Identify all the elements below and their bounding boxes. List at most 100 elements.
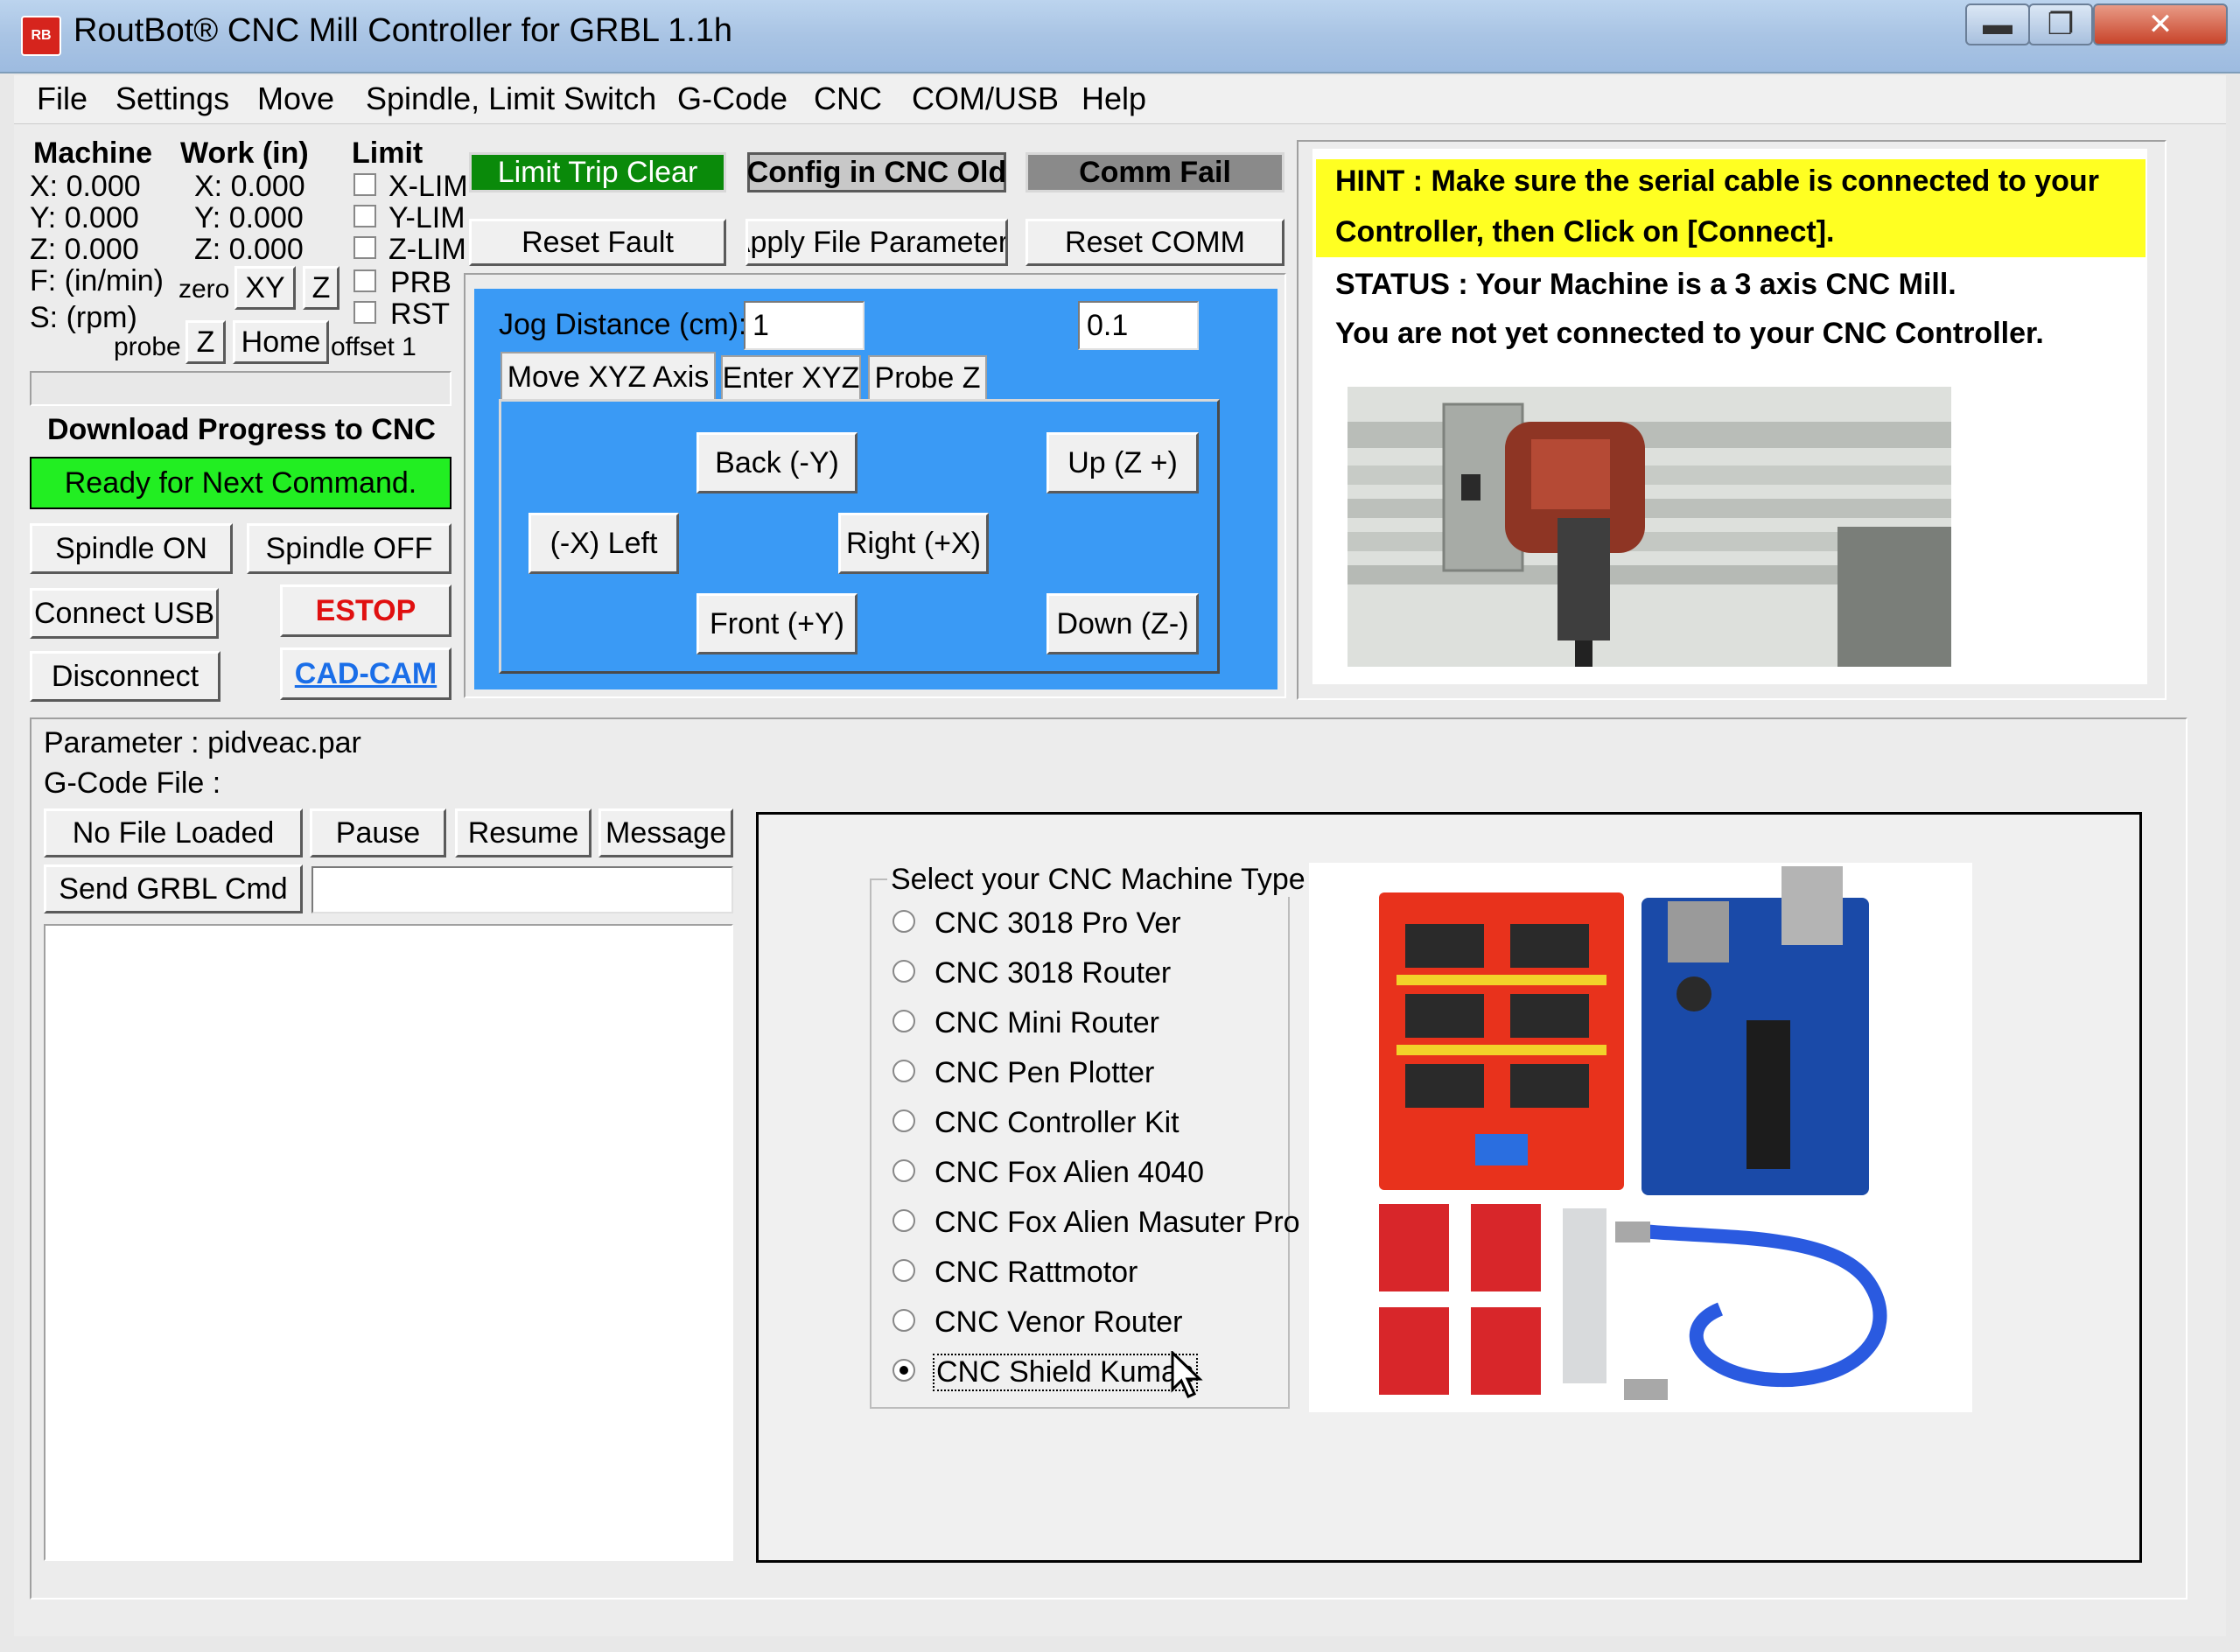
zero-label: zero <box>178 275 230 304</box>
radio-cnc-fox-alien-4040[interactable] <box>892 1159 915 1182</box>
jog-distance-input[interactable]: 1 <box>744 301 864 350</box>
work-header: Work (in) <box>180 136 309 170</box>
pause-button[interactable]: Pause <box>310 808 446 858</box>
resume-button[interactable]: Resume <box>455 808 592 858</box>
cad-cam-button[interactable]: CAD-CAM <box>280 648 452 700</box>
tab-probe-z[interactable]: Probe Z <box>868 355 987 399</box>
gcode-file-label: G-Code File : <box>44 766 221 800</box>
machine-header: Machine <box>33 136 153 170</box>
jog-left-button[interactable]: (-X) Left <box>528 513 679 574</box>
rst-checkbox[interactable] <box>354 301 376 324</box>
disconnect-button[interactable]: Disconnect <box>30 651 220 702</box>
menu-move[interactable]: Move <box>257 80 334 117</box>
work-x: X: 0.000 <box>194 170 305 203</box>
download-progress-title: Download Progress to CNC <box>47 413 436 446</box>
spindle-on-button[interactable]: Spindle ON <box>30 523 233 574</box>
radio-cnc-rattmotor[interactable] <box>892 1259 915 1282</box>
tab-move-xyz-axis[interactable]: Move XYZ Axis <box>500 352 716 401</box>
close-button[interactable]: ✕ <box>2093 4 2228 46</box>
x-lim-label: X-LIM <box>388 170 468 203</box>
radio-cnc-fox-alien-masuter-pro[interactable] <box>892 1209 915 1232</box>
radio-label: CNC Rattmotor <box>934 1256 1138 1289</box>
config-status: Config in CNC Old <box>747 152 1006 192</box>
radio-label: CNC Mini Router <box>934 1006 1159 1040</box>
feed-rate: F: (in/min) <box>30 264 164 298</box>
spindle-speed: S: (rpm) <box>30 301 137 334</box>
prb-checkbox[interactable] <box>354 270 376 292</box>
z-lim-checkbox[interactable] <box>354 236 376 259</box>
z-lim-label: Z-LIM <box>388 233 466 266</box>
offset-label: offset 1 <box>331 332 416 361</box>
work-y: Y: 0.000 <box>194 201 304 234</box>
menu-spindle-limit[interactable]: Spindle, Limit Switch <box>366 80 656 117</box>
hint-line-1: HINT : Make sure the serial cable is con… <box>1335 164 2099 198</box>
machine-y: Y: 0.000 <box>30 201 139 234</box>
limit-header: Limit <box>352 136 424 170</box>
spindle-off-button[interactable]: Spindle OFF <box>247 523 452 574</box>
radio-label: CNC Fox Alien Masuter Pro <box>934 1206 1300 1239</box>
cnc-shield-board-photo <box>1309 863 1972 1412</box>
jog-right-button[interactable]: Right (+X) <box>838 513 989 574</box>
reset-comm-button[interactable]: Reset COMM <box>1026 219 1284 266</box>
radio-label: CNC Venor Router <box>934 1306 1183 1339</box>
radio-cnc-shield-kuman[interactable] <box>892 1359 915 1382</box>
jog-back-button[interactable]: Back (-Y) <box>696 432 858 494</box>
jog-front-button[interactable]: Front (+Y) <box>696 593 858 654</box>
progress-bar <box>30 371 452 406</box>
connect-usb-button[interactable]: Connect USB <box>30 588 219 639</box>
hint-line-2: Controller, then Click on [Connect]. <box>1335 215 1835 248</box>
x-lim-checkbox[interactable] <box>354 173 376 196</box>
send-grbl-cmd-button[interactable]: Send GRBL Cmd <box>44 864 303 914</box>
menu-gcode[interactable]: G-Code <box>677 80 788 117</box>
rst-label: RST <box>390 298 450 331</box>
radio-label: CNC Fox Alien 4040 <box>934 1156 1205 1189</box>
menu-cnc[interactable]: CNC <box>814 80 882 117</box>
status-line-2: You are not yet connected to your CNC Co… <box>1335 317 2044 350</box>
radio-cnc-mini-router[interactable] <box>892 1010 915 1032</box>
radio-label-selected: CNC Shield Kuman <box>933 1354 1198 1391</box>
radio-label: CNC Controller Kit <box>934 1106 1180 1139</box>
y-lim-checkbox[interactable] <box>354 205 376 228</box>
radio-label: CNC 3018 Pro Ver <box>934 906 1181 940</box>
radio-label: CNC Pen Plotter <box>934 1056 1155 1089</box>
no-file-loaded-button[interactable]: No File Loaded <box>44 808 303 858</box>
window-title: RoutBot® CNC Mill Controller for GRBL 1.… <box>74 12 733 49</box>
zero-z-button[interactable]: Z <box>303 266 340 310</box>
jog-distance-label: Jog Distance (cm): <box>499 308 747 341</box>
menu-bar: File Settings Move Spindle, Limit Switch… <box>14 75 2226 124</box>
grbl-command-input[interactable] <box>312 866 733 914</box>
probe-z-button[interactable]: Z <box>186 320 226 364</box>
jog-down-button[interactable]: Down (Z-) <box>1046 593 1199 654</box>
radio-cnc-3018-pro-ver[interactable] <box>892 910 915 933</box>
zero-xy-button[interactable]: XY <box>234 266 296 310</box>
work-z: Z: 0.000 <box>194 233 304 266</box>
ready-status: Ready for Next Command. <box>30 457 452 509</box>
maximize-button[interactable]: ❐ <box>2028 4 2093 46</box>
z-jog-distance-input[interactable]: 0.1 <box>1078 301 1199 350</box>
y-lim-label: Y-LIM <box>388 201 466 234</box>
radio-cnc-pen-plotter[interactable] <box>892 1060 915 1082</box>
message-button[interactable]: Message <box>598 808 733 858</box>
radio-cnc-3018-router[interactable] <box>892 960 915 983</box>
prb-label: PRB <box>390 266 452 299</box>
radio-cnc-venor-router[interactable] <box>892 1309 915 1332</box>
radio-cnc-controller-kit[interactable] <box>892 1110 915 1132</box>
estop-button[interactable]: ESTOP <box>280 584 452 637</box>
apply-file-parameters-button[interactable]: Apply File Parameters <box>746 219 1008 266</box>
gcode-output-area[interactable] <box>44 924 733 1561</box>
menu-settings[interactable]: Settings <box>116 80 229 117</box>
title-bar: RB RoutBot® CNC Mill Controller for GRBL… <box>0 0 2240 74</box>
probe-label: probe <box>114 332 181 361</box>
machine-z: Z: 0.000 <box>30 233 139 266</box>
menu-help[interactable]: Help <box>1082 80 1146 117</box>
menu-com-usb[interactable]: COM/USB <box>912 80 1059 117</box>
minimize-button[interactable]: ▬ <box>1965 4 2030 46</box>
machine-type-title: Select your CNC Machine Type <box>887 863 1309 897</box>
tab-enter-xyz[interactable]: Enter XYZ <box>721 355 861 399</box>
reset-fault-button[interactable]: Reset Fault <box>469 219 726 266</box>
menu-file[interactable]: File <box>37 80 88 117</box>
cnc-machine-photo <box>1348 387 1951 667</box>
home-button[interactable]: Home <box>233 320 329 364</box>
app-icon: RB <box>21 16 61 56</box>
jog-up-button[interactable]: Up (Z +) <box>1046 432 1199 494</box>
